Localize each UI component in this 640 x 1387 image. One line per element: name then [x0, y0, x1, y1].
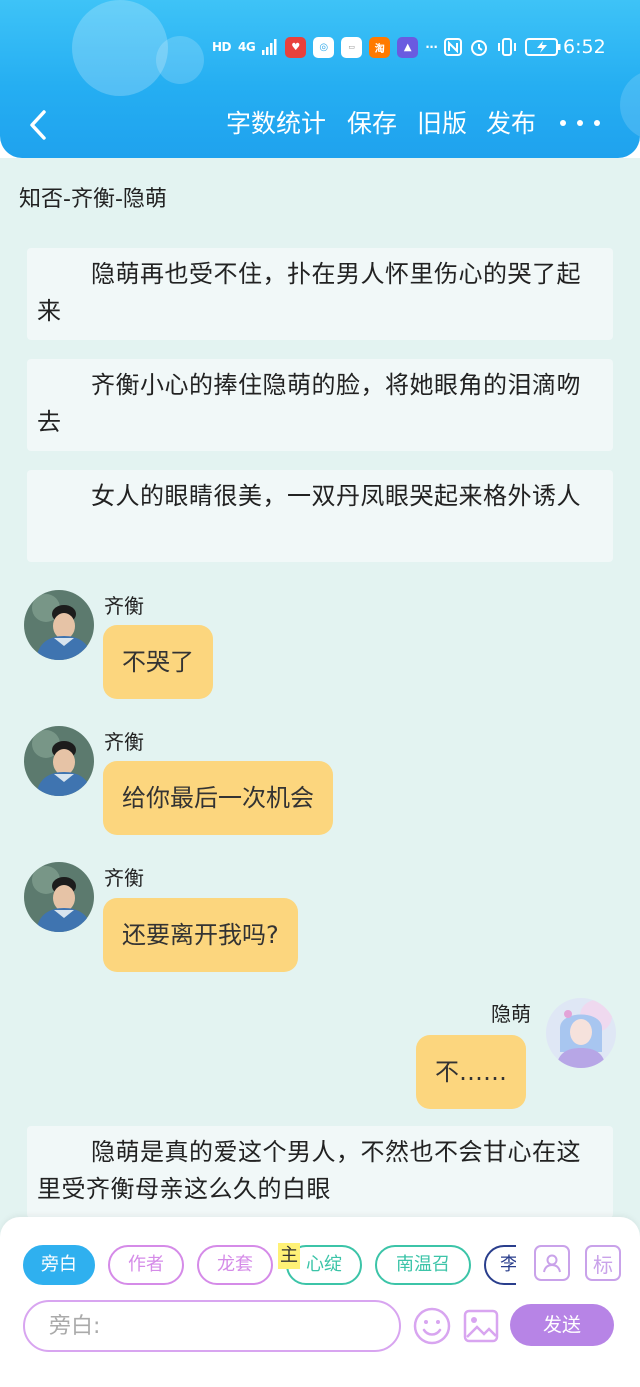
avatar-yinmeng[interactable]	[546, 998, 616, 1068]
vibrate-icon	[498, 38, 517, 56]
network-indicator: 4G	[238, 40, 256, 54]
hd-indicator: HD	[212, 40, 232, 54]
story-content: 知否-齐衡-隐萌 隐萌再也受不住，扑在男人怀里伤心的哭了起来 齐衡小心的捧住隐萌…	[0, 158, 640, 1387]
send-button[interactable]: 发送	[510, 1304, 614, 1346]
narration-block[interactable]: 女人的眼睛很美，一双丹凤眼哭起来格外诱人	[27, 470, 613, 562]
more-dots-icon: ···	[425, 40, 438, 54]
avatar-portrait-icon	[24, 590, 94, 660]
avatar-portrait-icon	[24, 726, 94, 796]
clock: 6:52	[563, 36, 606, 58]
image-button[interactable]	[462, 1307, 500, 1345]
nfc-icon	[444, 38, 463, 56]
image-icon	[463, 1309, 499, 1343]
emoji-button[interactable]	[413, 1307, 451, 1345]
word-count-button[interactable]: 字数统计	[226, 104, 326, 144]
dialogue-bubble[interactable]: 给你最后一次机会	[103, 761, 333, 835]
document-title: 知否-齐衡-隐萌	[19, 187, 167, 212]
smiley-icon	[413, 1307, 451, 1345]
app-notification-icon: ◎	[313, 36, 335, 58]
narration-block[interactable]: 齐衡小心的捧住隐萌的脸，将她眼角的泪滴吻去	[27, 359, 613, 451]
message-input-wrapper	[23, 1300, 401, 1352]
battery-icon	[525, 38, 561, 56]
mark-label: 标	[593, 1252, 613, 1277]
avatar-qiheng[interactable]	[24, 726, 94, 796]
taobao-icon: 淘	[369, 36, 391, 58]
speaker-name: 齐衡	[104, 730, 144, 754]
role-chip-nanwenzhao[interactable]: 南温召	[375, 1245, 471, 1285]
role-chip-partial[interactable]: 李	[484, 1245, 516, 1285]
dialogue-bubble[interactable]: 不……	[416, 1035, 526, 1109]
alarm-icon	[471, 40, 488, 56]
role-chip-author[interactable]: 作者	[108, 1245, 184, 1285]
signal-icon	[262, 39, 277, 55]
speaker-name: 齐衡	[104, 866, 144, 890]
status-bar: HD 4G ♥ ◎ ▭ 淘 ▲ ··· 6:52	[0, 30, 640, 64]
avatar-qiheng[interactable]	[24, 590, 94, 660]
role-chip-narrator[interactable]: 旁白	[23, 1245, 95, 1285]
old-version-button[interactable]: 旧版	[417, 104, 467, 144]
toolbar: 字数统计 保存 旧版 发布	[0, 98, 640, 154]
speaker-name: 齐衡	[104, 594, 144, 618]
dot-icon	[577, 120, 583, 126]
role-chip-li[interactable]: 李	[484, 1245, 516, 1285]
more-options-button[interactable]	[560, 108, 600, 138]
mark-button[interactable]: 标	[585, 1245, 621, 1281]
main-role-tag: 主	[278, 1243, 300, 1269]
avatar-qiheng[interactable]	[24, 862, 94, 932]
dialogue-bubble[interactable]: 不哭了	[103, 625, 213, 699]
dialogue-bubble[interactable]: 还要离开我吗?	[103, 898, 298, 972]
composer-panel: 旁白 作者 龙套 心绽 主 南温召 李 标 发送	[0, 1217, 640, 1387]
dot-icon	[594, 120, 600, 126]
graduation-cap-icon: ▲	[397, 36, 419, 58]
user-add-icon	[543, 1254, 561, 1273]
save-button[interactable]: 保存	[347, 104, 397, 144]
role-chip-extra[interactable]: 龙套	[197, 1245, 273, 1285]
app-header: HD 4G ♥ ◎ ▭ 淘 ▲ ··· 6:52 字数统计 保存 旧版 发布	[0, 0, 640, 158]
message-input[interactable]	[25, 1302, 399, 1350]
publish-button[interactable]: 发布	[486, 104, 536, 144]
speaker-name: 隐萌	[491, 1002, 531, 1026]
back-button[interactable]	[18, 102, 58, 148]
add-role-button[interactable]	[534, 1245, 570, 1281]
app-notification-icon: ▭	[341, 36, 363, 58]
avatar-portrait-icon	[546, 998, 616, 1068]
dot-icon	[560, 120, 566, 126]
chevron-left-icon	[30, 110, 46, 140]
narration-block[interactable]: 隐萌是真的爱这个男人，不然也不会甘心在这里受齐衡母亲这么久的白眼	[27, 1126, 613, 1218]
avatar-portrait-icon	[24, 862, 94, 932]
narration-block[interactable]: 隐萌再也受不住，扑在男人怀里伤心的哭了起来	[27, 248, 613, 340]
app-notification-icon: ♥	[285, 36, 307, 58]
